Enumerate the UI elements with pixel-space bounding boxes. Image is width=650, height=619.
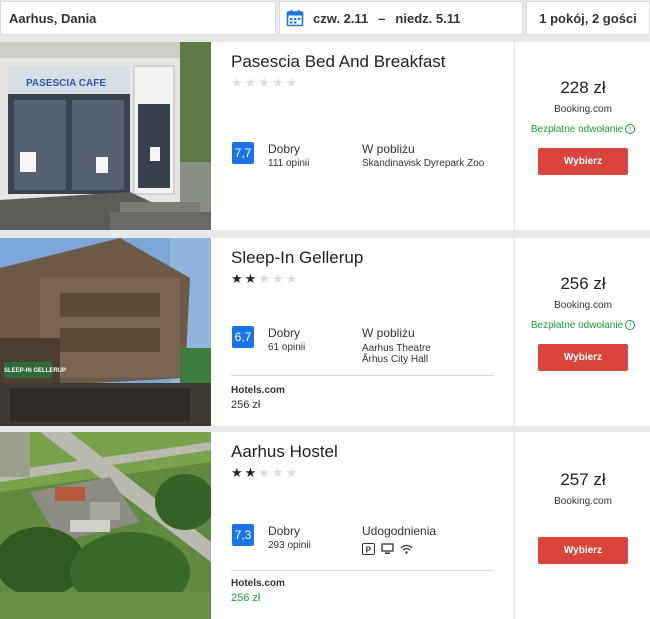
computer-icon xyxy=(381,542,394,554)
destination-value: Aarhus, Dania xyxy=(9,10,97,26)
star-icon: ★ xyxy=(231,271,245,286)
free-cancellation: Bezpłatne odwołanie i xyxy=(515,320,650,331)
star-icon: ★ xyxy=(271,75,286,90)
checkout-date: niedz. 5.11 xyxy=(395,10,461,26)
price[interactable]: 228 zł xyxy=(515,78,650,98)
alt-price[interactable]: 256 zł xyxy=(231,399,260,411)
hotel-photo[interactable]: PASESCIA CAFE xyxy=(0,42,211,230)
star-icon: ★ xyxy=(244,75,259,90)
hotel-card[interactable]: PASESCIA CAFE Pasescia Bed And Breakfast… xyxy=(0,42,650,230)
guests-value: 1 pokój, 2 gości xyxy=(539,10,637,26)
select-button[interactable]: Wybierz xyxy=(538,344,628,371)
provider: Booking.com xyxy=(554,496,612,507)
star-icon: ★ xyxy=(231,75,245,90)
rating-label: Dobry xyxy=(268,524,301,538)
calendar-icon xyxy=(286,10,304,27)
hotel-name[interactable]: Aarhus Hostel xyxy=(231,442,338,462)
destination-field[interactable]: Aarhus, Dania xyxy=(0,1,276,35)
guests-selector[interactable]: 1 pokój, 2 gości xyxy=(526,1,650,35)
star-icon: ★ xyxy=(258,465,272,480)
hotel-info: Aarhus Hostel ★★★★★ 7,3 Dobry 293 opinii… xyxy=(211,432,514,619)
price-column: 228 zł Booking.com Bezpłatne odwołanie i … xyxy=(514,42,650,230)
star-icon: ★ xyxy=(285,465,300,480)
svg-text:P: P xyxy=(366,545,372,554)
divider xyxy=(231,570,494,571)
hotel-photo-image: PASESCIA CAFE xyxy=(0,42,211,230)
rating-label: Dobry xyxy=(268,142,301,156)
rating-label: Dobry xyxy=(268,326,301,340)
rating-score: 7,3 xyxy=(232,524,254,546)
hotel-card[interactable]: SLEEP-IN GELLERUP Sleep-In Gellerup ★★★★… xyxy=(0,238,650,426)
star-icon: ★ xyxy=(285,271,300,286)
hotel-photo[interactable] xyxy=(0,432,211,619)
nearby-item: Aarhus Theatre xyxy=(362,343,431,354)
price[interactable]: 256 zł xyxy=(515,274,650,294)
star-icon: ★ xyxy=(244,271,259,286)
alt-provider[interactable]: Hotels.com xyxy=(231,578,285,589)
search-bar: Aarhus, Dania czw. 2.11 – niedz. 5.11 1 … xyxy=(0,0,650,36)
provider: Booking.com xyxy=(554,104,612,115)
hotel-name[interactable]: Sleep-In Gellerup xyxy=(231,248,363,268)
star-icon: ★ xyxy=(271,271,286,286)
price-column: 256 zł Booking.com Bezpłatne odwołanie i … xyxy=(514,238,650,426)
star-icon: ★ xyxy=(285,75,300,90)
alt-provider[interactable]: Hotels.com xyxy=(231,385,285,396)
hotel-info: Pasescia Bed And Breakfast ★★★★★ 7,7 Dob… xyxy=(211,42,514,230)
parking-icon: P xyxy=(362,542,375,555)
hotel-photo[interactable]: SLEEP-IN GELLERUP xyxy=(0,238,211,426)
hotel-photo-image xyxy=(0,432,211,619)
checkin-date: czw. 2.11 xyxy=(313,10,369,26)
cafe-sign: PASESCIA CAFE xyxy=(26,78,106,89)
date-picker[interactable]: czw. 2.11 – niedz. 5.11 xyxy=(279,1,523,35)
star-rating: ★★★★★ xyxy=(231,465,299,481)
star-icon: ★ xyxy=(244,465,259,480)
price[interactable]: 257 zł xyxy=(515,470,650,490)
rating-score: 7,7 xyxy=(232,142,254,164)
star-icon: ★ xyxy=(271,465,286,480)
star-icon: ★ xyxy=(258,75,272,90)
building-sign: SLEEP-IN GELLERUP xyxy=(4,368,66,374)
amenities-list: P xyxy=(362,542,413,555)
amenities-title: Udogodnienia xyxy=(362,524,437,538)
hotel-photo-image: SLEEP-IN GELLERUP xyxy=(0,238,211,426)
wifi-icon xyxy=(400,542,413,554)
review-count[interactable]: 61 opinii xyxy=(268,342,305,353)
select-button[interactable]: Wybierz xyxy=(538,148,628,175)
alt-price[interactable]: 256 zł xyxy=(231,592,260,604)
hotel-info: Sleep-In Gellerup ★★★★★ 6,7 Dobry 61 opi… xyxy=(211,238,514,426)
star-icon: ★ xyxy=(231,465,245,480)
star-rating: ★★★★★ xyxy=(231,271,299,287)
date-separator: – xyxy=(378,10,386,26)
rating-score: 6,7 xyxy=(232,326,254,348)
nearby-item: Århus City Hall xyxy=(362,354,429,365)
nearby-item: Skandinavisk Dyrepark Zoo xyxy=(362,158,485,169)
star-icon: ★ xyxy=(258,271,272,286)
provider: Booking.com xyxy=(554,300,612,311)
nearby-title: W pobliżu xyxy=(362,142,415,156)
select-button[interactable]: Wybierz xyxy=(538,537,628,564)
nearby-title: W pobliżu xyxy=(362,326,415,340)
star-rating: ★★★★★ xyxy=(231,75,299,91)
free-cancellation: Bezpłatne odwołanie i xyxy=(515,124,650,135)
hotel-card[interactable]: Aarhus Hostel ★★★★★ 7,3 Dobry 293 opinii… xyxy=(0,432,650,619)
info-icon[interactable]: i xyxy=(625,320,636,331)
free-cancellation-label: Bezpłatne odwołanie xyxy=(530,320,624,331)
hotel-name[interactable]: Pasescia Bed And Breakfast xyxy=(231,52,446,72)
free-cancellation-label: Bezpłatne odwołanie xyxy=(530,124,624,135)
divider xyxy=(231,375,494,376)
price-column: 257 zł Booking.com Wybierz xyxy=(514,432,650,619)
info-icon[interactable]: i xyxy=(625,124,636,135)
review-count[interactable]: 293 opinii xyxy=(268,540,311,551)
review-count[interactable]: 111 opinii xyxy=(268,158,309,169)
